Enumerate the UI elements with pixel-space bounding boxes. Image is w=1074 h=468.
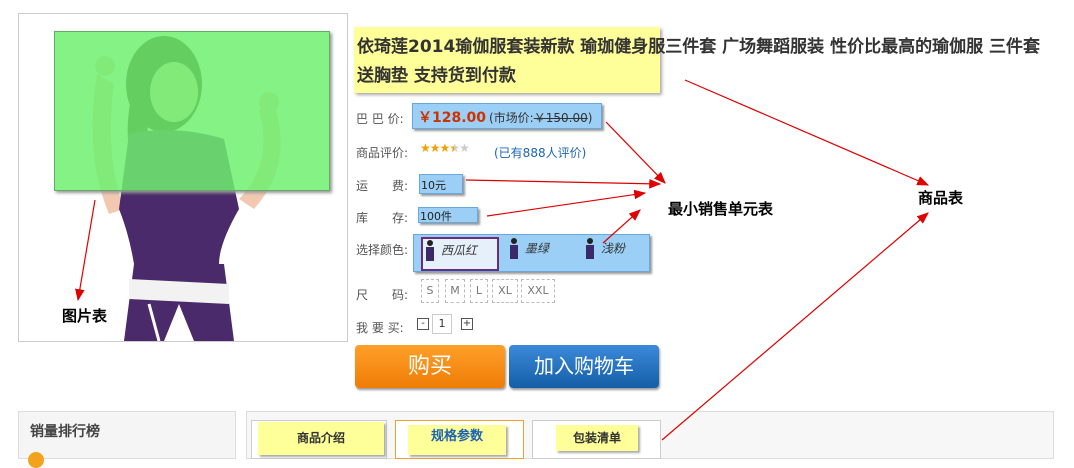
arrow-tabs-product	[661, 212, 929, 441]
annotation-arrows	[75, 79, 930, 441]
arrow-image-table	[75, 199, 96, 302]
arrow-stock-sku	[486, 189, 647, 217]
arrow-price-sku	[605, 121, 666, 184]
arrow-color-sku	[602, 209, 641, 244]
arrow-shipping-sku	[465, 178, 662, 189]
arrow-title-product	[684, 79, 930, 186]
